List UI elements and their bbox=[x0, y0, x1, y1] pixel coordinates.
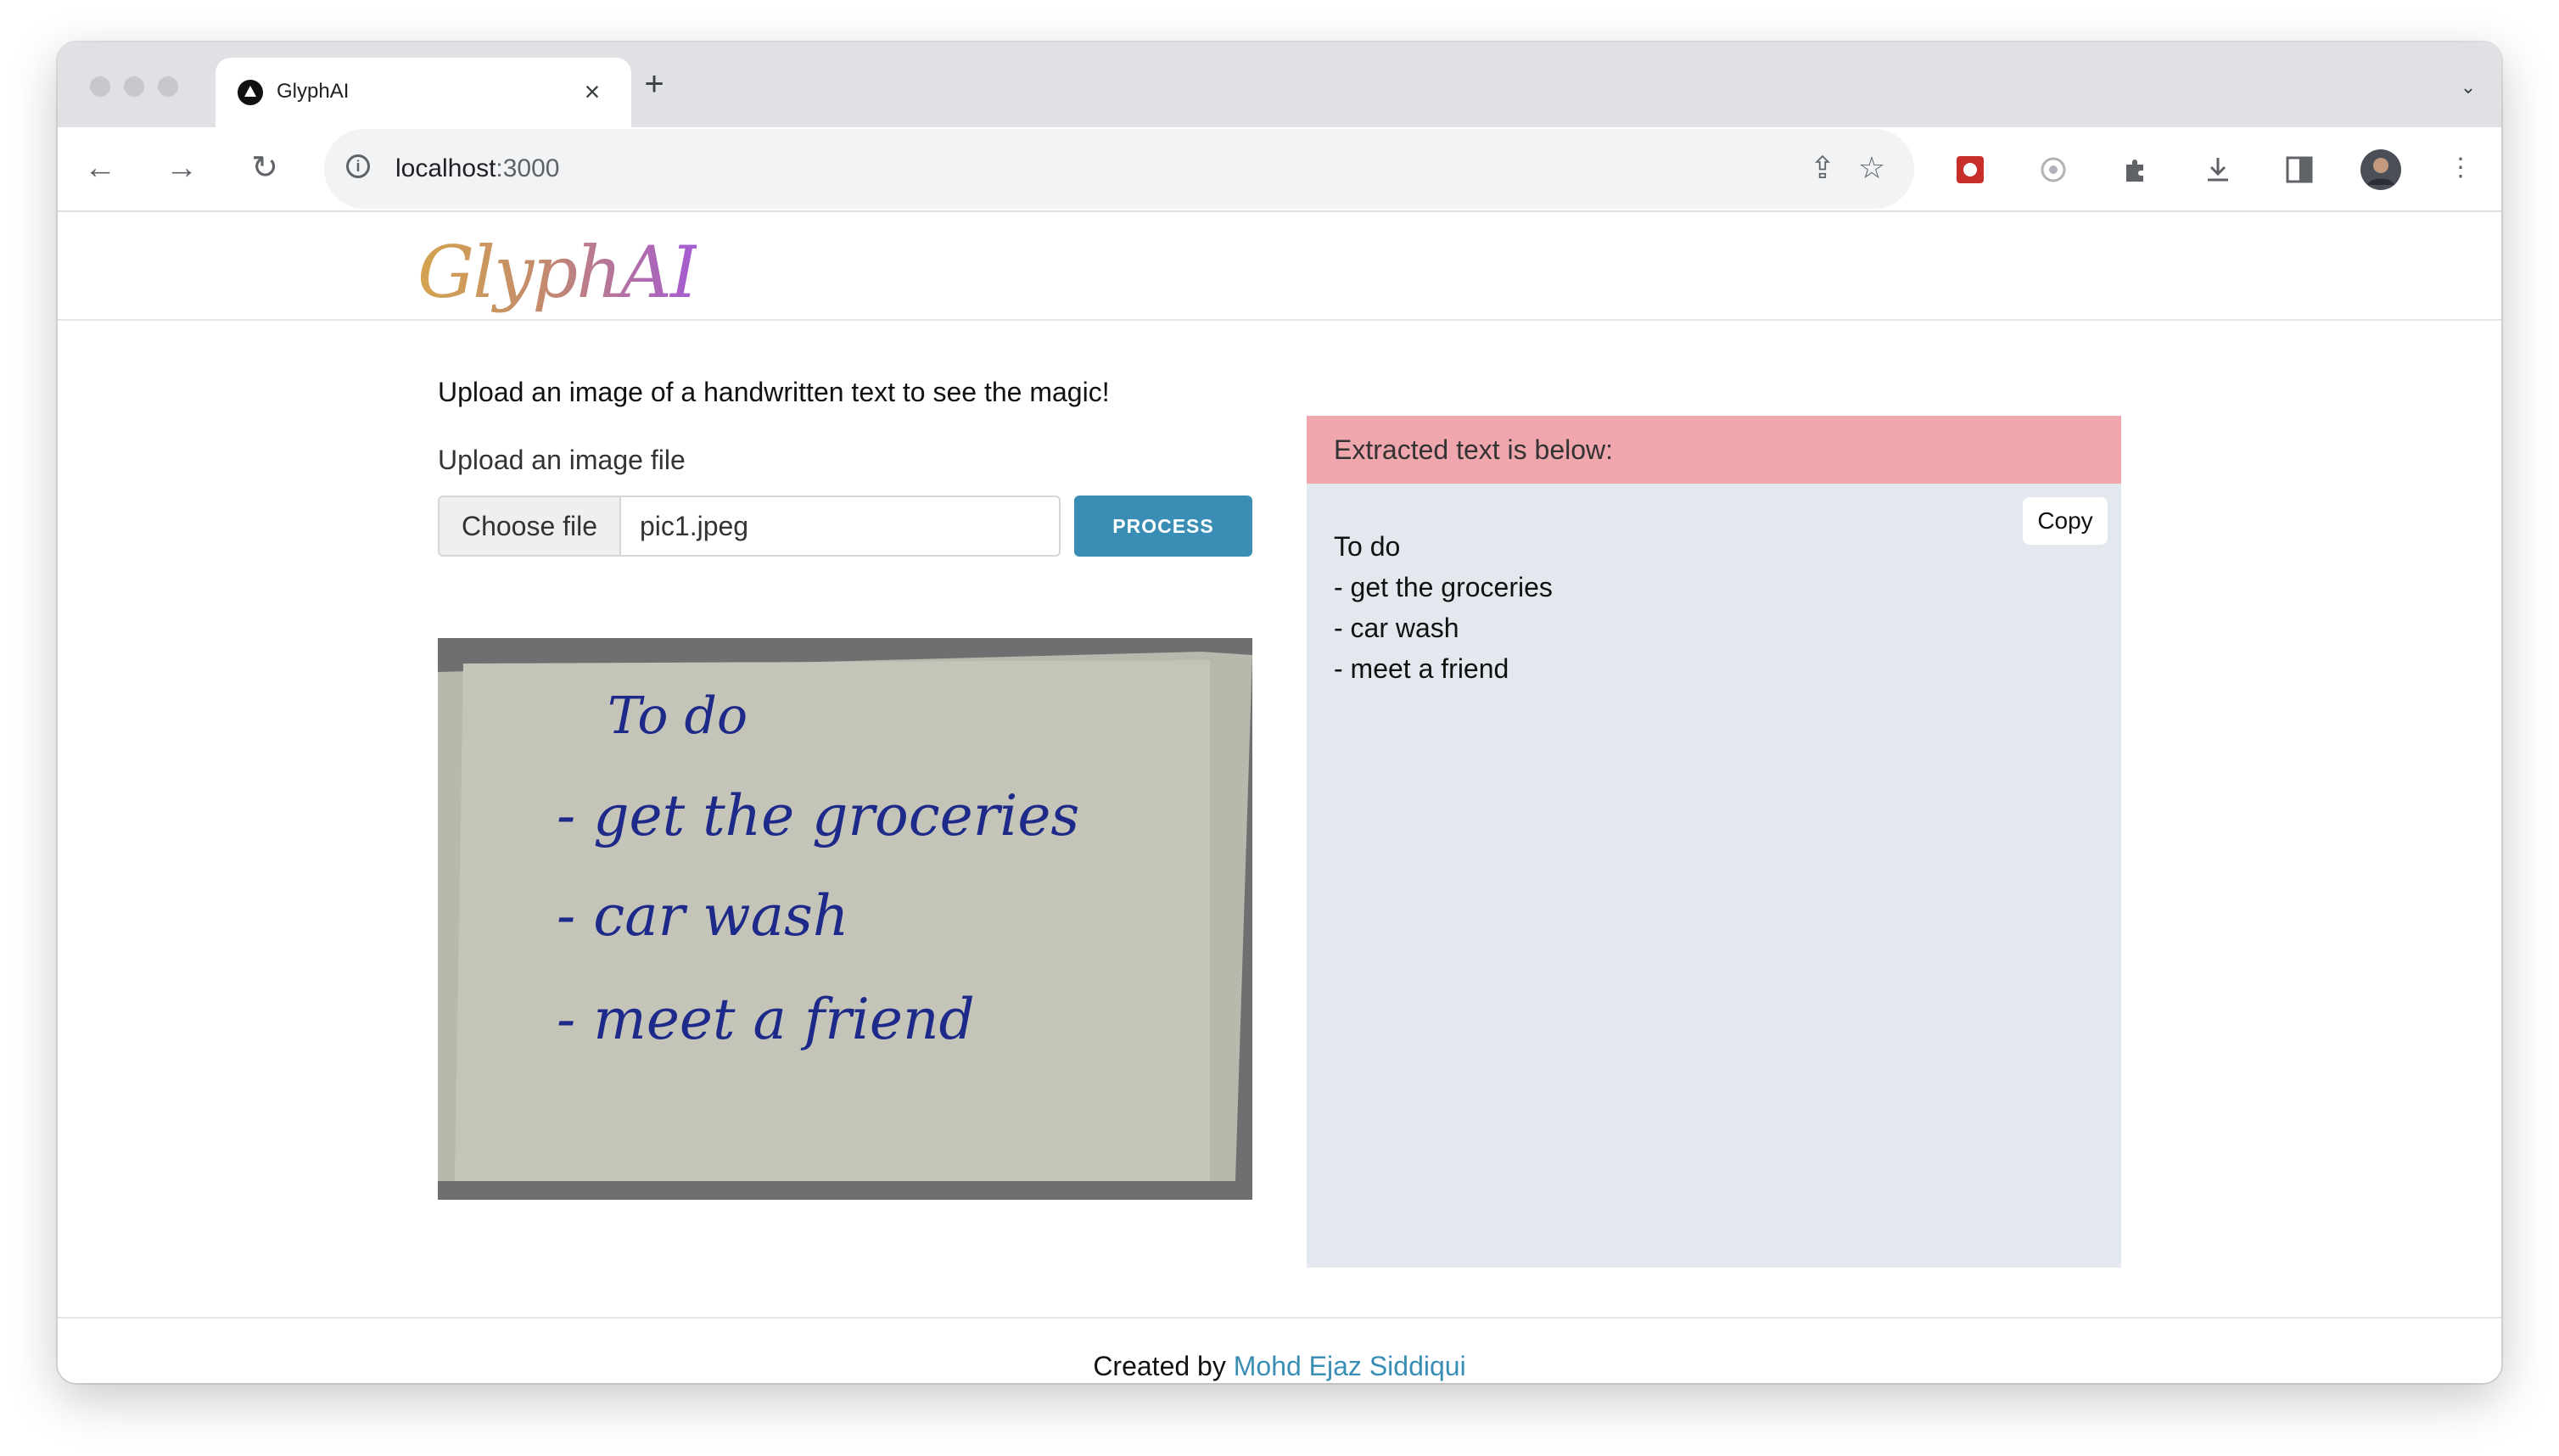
extracted-line: - get the groceries bbox=[1334, 572, 1553, 602]
web-page: GlyphAI Upload an image of a handwritten… bbox=[58, 212, 2501, 1383]
extracted-line: To do bbox=[1334, 531, 1401, 562]
intro-text: Upload an image of a handwritten text to… bbox=[438, 377, 1110, 407]
browser-toolbar: ← → ↻ i localhost:3000 ⇪ ☆ ⋮ bbox=[58, 127, 2501, 212]
back-arrow-icon[interactable]: ← bbox=[80, 148, 120, 188]
tab-search-chevron-icon[interactable]: ⌄ bbox=[2457, 76, 2479, 98]
footer: Created by Mohd Ejaz Siddiqui bbox=[58, 1317, 2501, 1383]
note-line-3: - car wash bbox=[557, 883, 848, 949]
file-input[interactable]: Choose file pic1.jpeg bbox=[438, 496, 1061, 557]
side-panel-icon[interactable] bbox=[2282, 153, 2316, 187]
extension-camera-icon[interactable] bbox=[2036, 153, 2070, 187]
upload-label: Upload an image file bbox=[438, 445, 686, 475]
credit-text: Created by Mohd Ejaz Siddiqui bbox=[1093, 1351, 1466, 1381]
window-close-dot[interactable] bbox=[90, 76, 110, 97]
browser-window: GlyphAI × + ⌄ ← → ↻ i localhost:3000 ⇪ ☆ bbox=[58, 42, 2501, 1383]
address-bar[interactable]: i localhost:3000 ⇪ ☆ bbox=[324, 129, 1914, 209]
window-zoom-dot[interactable] bbox=[158, 76, 178, 97]
file-name: pic1.jpeg bbox=[640, 511, 749, 541]
uploaded-image-preview: To do - get the groceries - car wash - m… bbox=[438, 638, 1252, 1200]
author-link[interactable]: Mohd Ejaz Siddiqui bbox=[1234, 1351, 1466, 1381]
result-header: Extracted text is below: bbox=[1307, 416, 2121, 484]
site-info-icon[interactable]: i bbox=[346, 154, 370, 178]
note-line-4: - meet a friend bbox=[557, 987, 975, 1052]
downloads-icon[interactable] bbox=[2201, 153, 2235, 187]
browser-menu-icon[interactable]: ⋮ bbox=[2440, 148, 2481, 188]
favicon-icon bbox=[238, 80, 263, 105]
extracted-line: - meet a friend bbox=[1334, 653, 1509, 684]
tab-close-icon[interactable]: × bbox=[579, 78, 606, 105]
forward-arrow-icon[interactable]: → bbox=[161, 148, 202, 188]
extracted-text[interactable]: To do - get the groceries - car wash - m… bbox=[1334, 526, 1553, 689]
handwritten-note-photo: To do - get the groceries - car wash - m… bbox=[438, 638, 1252, 1200]
window-minimize-dot[interactable] bbox=[124, 76, 144, 97]
brand-logo[interactable]: GlyphAI bbox=[417, 231, 698, 314]
navbar: GlyphAI bbox=[58, 212, 2501, 321]
url-text[interactable]: localhost:3000 bbox=[395, 154, 559, 183]
profile-avatar[interactable] bbox=[2360, 149, 2401, 190]
share-icon[interactable]: ⇪ bbox=[1806, 151, 1839, 185]
tab-strip: GlyphAI × + ⌄ bbox=[58, 42, 2501, 127]
process-button[interactable]: PROCESS bbox=[1074, 496, 1252, 557]
extension-red-icon[interactable] bbox=[1953, 153, 1987, 187]
note-line-2: - get the groceries bbox=[557, 783, 1079, 848]
note-line-1: To do bbox=[608, 686, 748, 746]
extracted-line: - car wash bbox=[1334, 613, 1459, 643]
new-tab-icon[interactable]: + bbox=[640, 67, 669, 101]
bookmark-star-icon[interactable]: ☆ bbox=[1855, 151, 1889, 185]
result-panel: Extracted text is below: Copy To do - ge… bbox=[1307, 416, 2121, 1268]
browser-tab[interactable]: GlyphAI × bbox=[216, 58, 631, 127]
tab-title: GlyphAI bbox=[277, 80, 350, 103]
extensions-puzzle-icon[interactable] bbox=[2118, 153, 2152, 187]
choose-file-button[interactable]: Choose file bbox=[440, 497, 621, 555]
copy-button[interactable]: Copy bbox=[2023, 497, 2108, 545]
reload-icon[interactable]: ↻ bbox=[244, 148, 285, 188]
